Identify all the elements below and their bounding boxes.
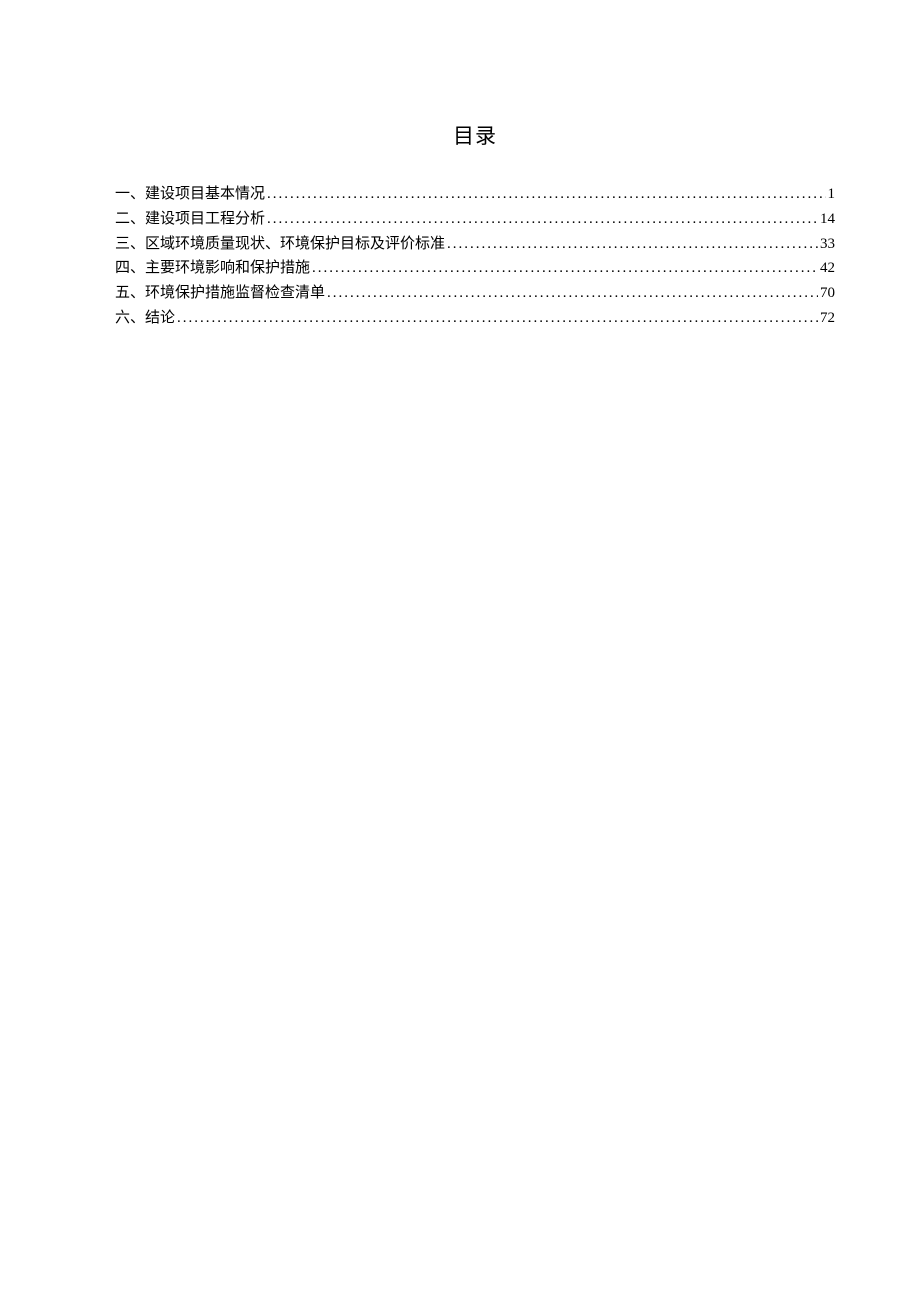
toc-entry-label: 一、建设项目基本情况 [115, 182, 265, 207]
toc-entry-label: 四、主要环境影响和保护措施 [115, 256, 310, 281]
toc-entry-page: 70 [820, 281, 835, 306]
toc-leader-dots [177, 306, 818, 331]
toc-entry: 五、环境保护措施监督检查清单 70 [115, 281, 835, 306]
toc-entry: 六、结论 72 [115, 306, 835, 331]
toc-entry-label: 六、结论 [115, 306, 175, 331]
toc-entry-label: 二、建设项目工程分析 [115, 207, 265, 232]
toc-entry-label: 三、区域环境质量现状、环境保护目标及评价标准 [115, 232, 445, 257]
toc-leader-dots [312, 256, 818, 281]
toc-entry-label: 五、环境保护措施监督检查清单 [115, 281, 325, 306]
toc-leader-dots [447, 232, 818, 257]
toc-entry-page: 14 [820, 207, 835, 232]
toc-leader-dots [267, 182, 825, 207]
toc-entry-page: 42 [820, 256, 835, 281]
toc-entry-page: 33 [820, 232, 835, 257]
toc-leader-dots [327, 281, 818, 306]
document-page: 目录 一、建设项目基本情况 1 二、建设项目工程分析 14 三、区域环境质量现状… [0, 0, 920, 331]
toc-title: 目录 [115, 120, 835, 150]
toc-entry: 三、区域环境质量现状、环境保护目标及评价标准 33 [115, 232, 835, 257]
toc-entry: 四、主要环境影响和保护措施 42 [115, 256, 835, 281]
toc-entry: 一、建设项目基本情况 1 [115, 182, 835, 207]
toc-leader-dots [267, 207, 818, 232]
toc-entry-page: 72 [820, 306, 835, 331]
toc-entry-page: 1 [828, 182, 836, 207]
toc-entry: 二、建设项目工程分析 14 [115, 207, 835, 232]
